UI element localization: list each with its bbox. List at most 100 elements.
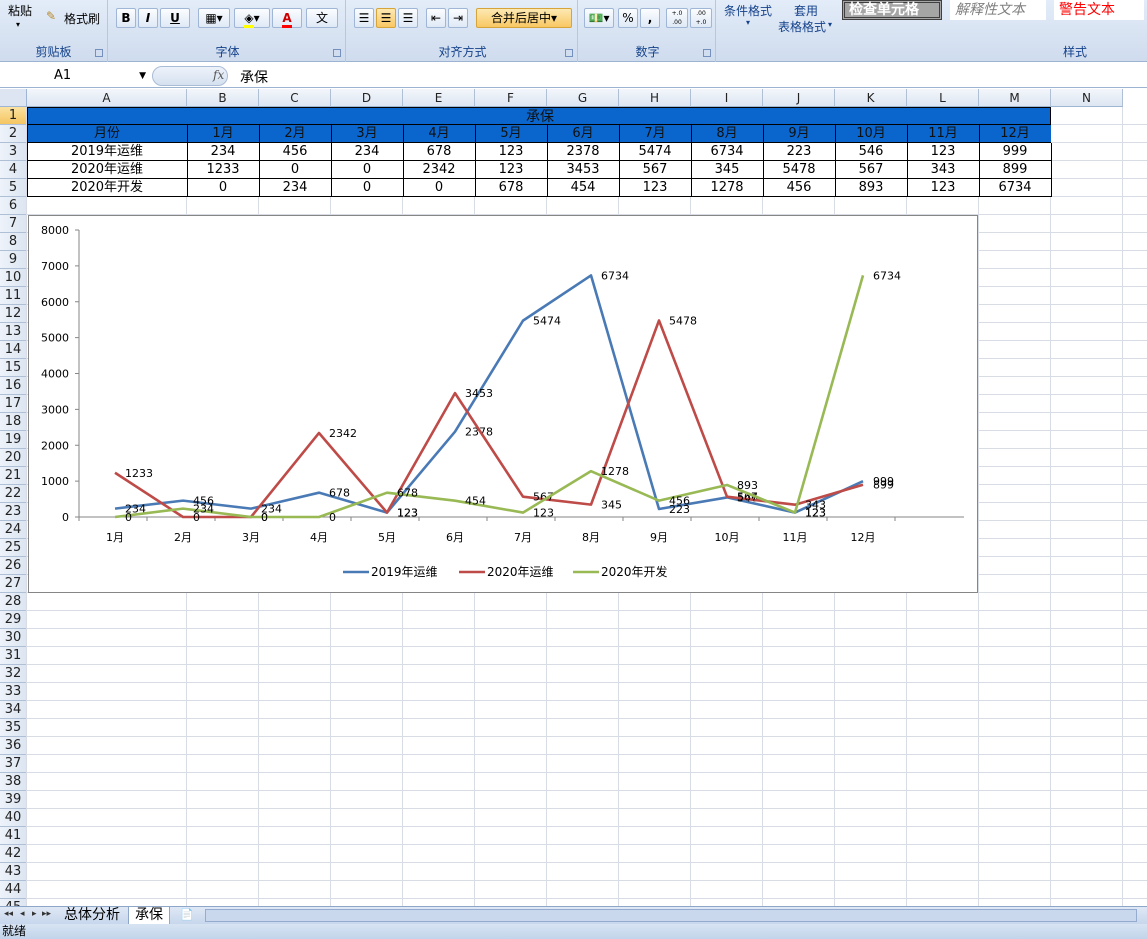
first-sheet-icon[interactable]: ◂◂ — [4, 909, 13, 919]
table-format-button-line1[interactable]: 套用 — [794, 2, 818, 19]
table-cell[interactable]: 454 — [547, 179, 619, 197]
table-cell[interactable]: 2019年运维 — [27, 143, 187, 161]
row-header-37[interactable]: 37 — [0, 755, 27, 773]
row-header-38[interactable]: 38 — [0, 773, 27, 791]
fill-color-button[interactable]: ◈▾ — [234, 8, 270, 28]
table-cell[interactable]: 999 — [979, 143, 1051, 161]
table-cell[interactable]: 0 — [403, 179, 475, 197]
header-cell[interactable]: 8月 — [691, 125, 763, 143]
row-header-44[interactable]: 44 — [0, 881, 27, 899]
column-header-D[interactable]: D — [331, 89, 403, 107]
header-cell[interactable]: 月份 — [27, 125, 187, 143]
table-cell[interactable]: 567 — [619, 161, 691, 179]
header-cell[interactable]: 12月 — [979, 125, 1051, 143]
table-cell[interactable]: 678 — [403, 143, 475, 161]
decrease-decimal-button[interactable]: .00 +.0 — [690, 8, 712, 28]
row-header-7[interactable]: 7 — [0, 215, 27, 233]
row-header-19[interactable]: 19 — [0, 431, 27, 449]
clipboard-launcher-icon[interactable] — [95, 49, 103, 57]
row-header-12[interactable]: 12 — [0, 305, 27, 323]
table-cell[interactable]: 5478 — [763, 161, 835, 179]
last-sheet-icon[interactable]: ▸▸ — [42, 909, 51, 919]
merge-center-button[interactable]: 合并后居中▾ — [476, 8, 572, 28]
horizontal-scrollbar[interactable] — [205, 909, 1137, 922]
column-header-I[interactable]: I — [691, 89, 763, 107]
header-cell[interactable]: 6月 — [547, 125, 619, 143]
table-cell[interactable]: 0 — [331, 161, 403, 179]
header-cell[interactable]: 2月 — [259, 125, 331, 143]
column-header-B[interactable]: B — [187, 89, 259, 107]
select-all-corner[interactable] — [0, 89, 27, 107]
table-cell[interactable]: 123 — [619, 179, 691, 197]
table-cell[interactable]: 2378 — [547, 143, 619, 161]
insert-function-icon[interactable]: fx — [213, 68, 224, 82]
style-warning[interactable]: 警告文本 — [1054, 0, 1144, 20]
row-header-30[interactable]: 30 — [0, 629, 27, 647]
table-cell[interactable]: 123 — [907, 143, 979, 161]
column-header-C[interactable]: C — [259, 89, 331, 107]
header-cell[interactable]: 4月 — [403, 125, 475, 143]
row-header-11[interactable]: 11 — [0, 287, 27, 305]
increase-indent-button[interactable]: ⇥ — [448, 8, 468, 28]
row-header-10[interactable]: 10 — [0, 269, 27, 287]
increase-decimal-button[interactable]: +.0 .00 — [666, 8, 688, 28]
row-header-40[interactable]: 40 — [0, 809, 27, 827]
table-cell[interactable]: 678 — [475, 179, 547, 197]
percent-button[interactable]: % — [618, 8, 638, 28]
row-header-2[interactable]: 2 — [0, 125, 27, 143]
row-header-26[interactable]: 26 — [0, 557, 27, 575]
table-cell[interactable]: 345 — [691, 161, 763, 179]
column-header-K[interactable]: K — [835, 89, 907, 107]
row-header-8[interactable]: 8 — [0, 233, 27, 251]
column-header-L[interactable]: L — [907, 89, 979, 107]
table-cell[interactable]: 1233 — [187, 161, 259, 179]
row-header-6[interactable]: 6 — [0, 197, 27, 215]
worksheet-grid[interactable]: ABCDEFGHIJKLMN 1 2 3 4 5 6 7 8 9 10 11 12 13 14 15 16 17… — [0, 89, 1147, 906]
table-format-button-line2[interactable]: 表格格式 — [778, 18, 826, 35]
table-cell[interactable]: 2020年开发 — [27, 179, 187, 197]
alignment-launcher-icon[interactable] — [565, 49, 573, 57]
table-cell[interactable]: 123 — [475, 161, 547, 179]
table-cell[interactable]: 123 — [907, 179, 979, 197]
row-header-13[interactable]: 13 — [0, 323, 27, 341]
table-cell[interactable]: 893 — [835, 179, 907, 197]
table-cell[interactable]: 123 — [475, 143, 547, 161]
row-header-43[interactable]: 43 — [0, 863, 27, 881]
decrease-indent-button[interactable]: ⇤ — [426, 8, 446, 28]
row-header-29[interactable]: 29 — [0, 611, 27, 629]
column-header-G[interactable]: G — [547, 89, 619, 107]
row-header-42[interactable]: 42 — [0, 845, 27, 863]
next-sheet-icon[interactable]: ▸ — [32, 909, 37, 919]
border-button[interactable]: ▦▾ — [198, 8, 230, 28]
name-box[interactable]: A1 ▼ — [0, 66, 150, 86]
row-header-36[interactable]: 36 — [0, 737, 27, 755]
table-cell[interactable]: 899 — [979, 161, 1051, 179]
table-cell[interactable]: 343 — [907, 161, 979, 179]
align-left-button[interactable]: ☰ — [354, 8, 374, 28]
row-header-15[interactable]: 15 — [0, 359, 27, 377]
table-cell[interactable]: 546 — [835, 143, 907, 161]
row-header-25[interactable]: 25 — [0, 539, 27, 557]
table-format-dropdown-icon[interactable]: ▾ — [828, 20, 832, 29]
row-header-18[interactable]: 18 — [0, 413, 27, 431]
sheet-tab-underwriting[interactable]: 承保 — [128, 907, 170, 925]
row-header-24[interactable]: 24 — [0, 521, 27, 539]
header-cell[interactable]: 9月 — [763, 125, 835, 143]
conditional-format-dropdown-icon[interactable]: ▾ — [746, 18, 750, 27]
table-cell[interactable]: 456 — [763, 179, 835, 197]
row-header-35[interactable]: 35 — [0, 719, 27, 737]
table-cell[interactable]: 0 — [187, 179, 259, 197]
row-header-28[interactable]: 28 — [0, 593, 27, 611]
row-header-4[interactable]: 4 — [0, 161, 27, 179]
name-box-dropdown-icon[interactable]: ▼ — [139, 66, 146, 86]
row-header-22[interactable]: 22 — [0, 485, 27, 503]
table-cell[interactable]: 1278 — [691, 179, 763, 197]
row-header-20[interactable]: 20 — [0, 449, 27, 467]
table-cell[interactable]: 6734 — [691, 143, 763, 161]
table-cell[interactable]: 0 — [331, 179, 403, 197]
style-check-cell[interactable]: 检查单元格 — [842, 0, 942, 20]
format-painter-button[interactable]: 格式刷 — [64, 10, 100, 27]
paste-button[interactable]: 粘贴 — [8, 2, 32, 19]
row-header-27[interactable]: 27 — [0, 575, 27, 593]
row-header-23[interactable]: 23 — [0, 503, 27, 521]
